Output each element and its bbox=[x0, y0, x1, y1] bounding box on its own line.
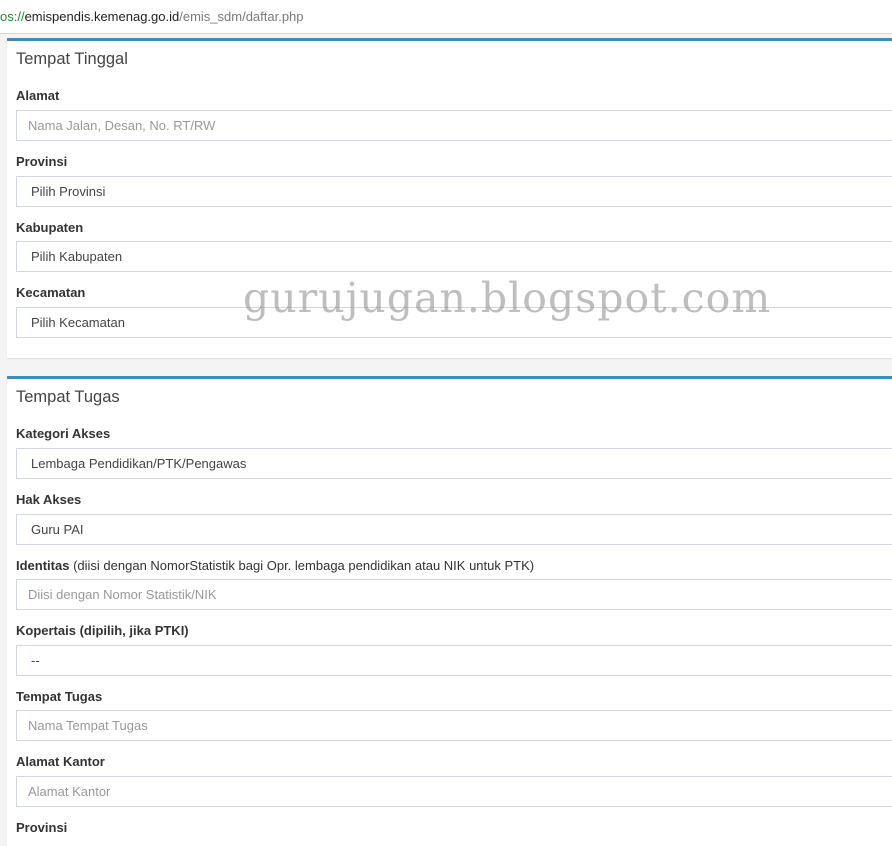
identitas-input[interactable]: Diisi dengan Nomor Statistik/NIK bbox=[16, 579, 892, 610]
kecamatan-label: Kecamatan bbox=[16, 285, 86, 300]
identitas-label: Identitas (diisi dengan NomorStatistik b… bbox=[16, 558, 534, 573]
url-scheme: os:// bbox=[0, 9, 25, 24]
identitas-note: (diisi dengan NomorStatistik bagi Opr. l… bbox=[69, 558, 535, 573]
kopertais-select[interactable]: -- bbox=[16, 645, 892, 676]
provinsi-kantor-label: Provinsi bbox=[16, 820, 68, 835]
kecamatan-select[interactable]: Pilih Kecamatan bbox=[16, 307, 892, 338]
alamat-kantor-label: Alamat Kantor bbox=[16, 754, 105, 769]
alamat-kantor-input[interactable]: Alamat Kantor bbox=[16, 776, 892, 807]
url-host: emispendis.kemenag.go.id bbox=[24, 9, 180, 24]
kategori-akses-select[interactable]: Lembaga Pendidikan/PTK/Pengawas bbox=[16, 448, 892, 479]
hak-akses-label: Hak Akses bbox=[16, 492, 82, 507]
alamat-input[interactable]: Nama Jalan, Desan, No. RT/RW bbox=[16, 110, 892, 141]
address-bar[interactable]: os://emispendis.kemenag.go.id/emis_sdm/d… bbox=[0, 0, 892, 34]
kabupaten-select[interactable]: Pilih Kabupaten bbox=[16, 241, 892, 272]
tempat-tugas-input[interactable]: Nama Tempat Tugas bbox=[16, 710, 892, 741]
tempat-tinggal-title: Tempat Tinggal bbox=[16, 50, 128, 68]
provinsi-label: Provinsi bbox=[16, 154, 68, 169]
alamat-label: Alamat bbox=[16, 88, 60, 103]
tempat-tugas-label: Tempat Tugas bbox=[16, 689, 103, 704]
kopertais-label: Kopertais (dipilih, jika PTKI) bbox=[16, 623, 189, 638]
provinsi-select[interactable]: Pilih Provinsi bbox=[16, 176, 892, 207]
url-path: /emis_sdm/daftar.php bbox=[179, 9, 304, 24]
kategori-akses-label: Kategori Akses bbox=[16, 426, 111, 441]
tempat-tugas-panel: Tempat Tugas Kategori Akses Lembaga Pend… bbox=[7, 376, 892, 846]
tempat-tugas-title: Tempat Tugas bbox=[16, 388, 120, 406]
hak-akses-select[interactable]: Guru PAI bbox=[16, 514, 892, 545]
kabupaten-label: Kabupaten bbox=[16, 220, 84, 235]
tempat-tinggal-panel: Tempat Tinggal Alamat Nama Jalan, Desan,… bbox=[7, 38, 892, 358]
identitas-label-text: Identitas bbox=[16, 558, 70, 573]
